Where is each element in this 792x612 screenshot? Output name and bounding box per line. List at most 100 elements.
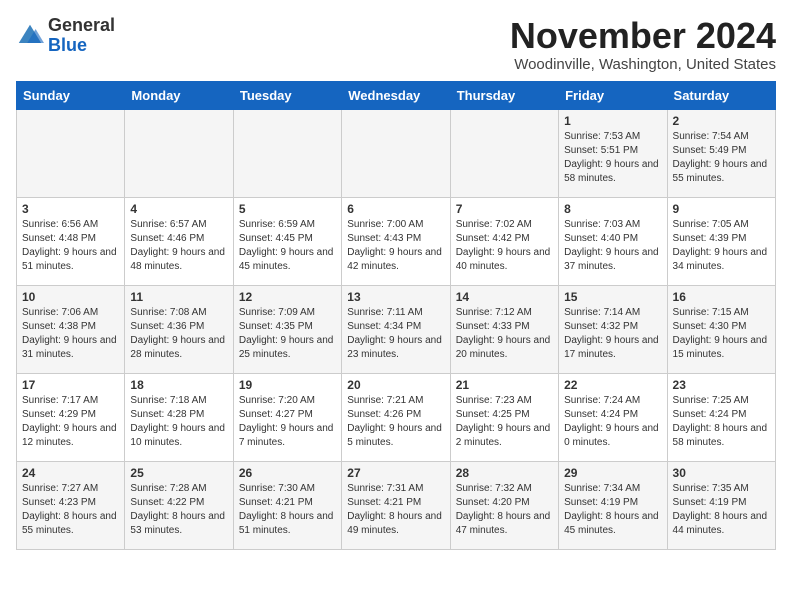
day-info: Sunrise: 7:53 AM Sunset: 5:51 PM Dayligh… bbox=[564, 130, 661, 186]
calendar-cell: 14 Sunrise: 7:12 AM Sunset: 4:33 PM Dayli… bbox=[450, 285, 558, 373]
day-number: 6 bbox=[347, 202, 444, 216]
day-info: Sunrise: 7:18 AM Sunset: 4:28 PM Dayligh… bbox=[130, 394, 227, 450]
day-number: 30 bbox=[673, 466, 770, 480]
day-number: 28 bbox=[456, 466, 553, 480]
day-info: Sunrise: 7:02 AM Sunset: 4:42 PM Dayligh… bbox=[456, 218, 553, 274]
calendar-cell: 26Sunrise: 7:30 AM Sunset: 4:21 PM Dayli… bbox=[233, 461, 341, 549]
calendar-cell: 6 Sunrise: 7:00 AM Sunset: 4:43 PM Daylig… bbox=[342, 197, 450, 285]
calendar-week-1: 1 Sunrise: 7:53 AM Sunset: 5:51 PM Daylig… bbox=[17, 109, 776, 197]
calendar-cell: 22 Sunrise: 7:24 AM Sunset: 4:24 PM Dayli… bbox=[559, 373, 667, 461]
calendar-cell: 15 Sunrise: 7:14 AM Sunset: 4:32 PM Dayli… bbox=[559, 285, 667, 373]
calendar-cell: 24Sunrise: 7:27 AM Sunset: 4:23 PM Dayli… bbox=[17, 461, 125, 549]
day-number: 5 bbox=[239, 202, 336, 216]
calendar-cell: 11 Sunrise: 7:08 AM Sunset: 4:36 PM Dayli… bbox=[125, 285, 233, 373]
day-number: 10 bbox=[22, 290, 119, 304]
day-number: 12 bbox=[239, 290, 336, 304]
month-title: November 2024 bbox=[510, 16, 776, 56]
calendar-cell: 28 Sunrise: 7:32 AM Sunset: 4:20 PM Dayli… bbox=[450, 461, 558, 549]
weekday-header-saturday: Saturday bbox=[667, 81, 775, 109]
calendar-cell: 1 Sunrise: 7:53 AM Sunset: 5:51 PM Daylig… bbox=[559, 109, 667, 197]
day-info: Sunrise: 7:14 AM Sunset: 4:32 PM Dayligh… bbox=[564, 306, 661, 362]
calendar-cell: 25 Sunrise: 7:28 AM Sunset: 4:22 PM Dayli… bbox=[125, 461, 233, 549]
calendar-cell: 8 Sunrise: 7:03 AM Sunset: 4:40 PM Daylig… bbox=[559, 197, 667, 285]
calendar-week-4: 17 Sunrise: 7:17 AM Sunset: 4:29 PM Dayli… bbox=[17, 373, 776, 461]
day-info: Sunrise: 7:20 AM Sunset: 4:27 PM Dayligh… bbox=[239, 394, 336, 450]
day-info: Sunrise: 7:35 AM Sunset: 4:19 PM Dayligh… bbox=[673, 482, 770, 538]
weekday-header-tuesday: Tuesday bbox=[233, 81, 341, 109]
day-number: 25 bbox=[130, 466, 227, 480]
calendar-cell: 16 Sunrise: 7:15 AM Sunset: 4:30 PM Dayli… bbox=[667, 285, 775, 373]
day-info: Sunrise: 7:12 AM Sunset: 4:33 PM Dayligh… bbox=[456, 306, 553, 362]
day-number: 18 bbox=[130, 378, 227, 392]
calendar-cell: 19 Sunrise: 7:20 AM Sunset: 4:27 PM Dayli… bbox=[233, 373, 341, 461]
day-info: Sunrise: 7:34 AM Sunset: 4:19 PM Dayligh… bbox=[564, 482, 661, 538]
location: Woodinville, Washington, United States bbox=[510, 56, 776, 73]
day-info: Sunrise: 7:09 AM Sunset: 4:35 PM Dayligh… bbox=[239, 306, 336, 362]
title-section: November 2024 Woodinville, Washington, U… bbox=[510, 16, 776, 73]
calendar-cell: 12 Sunrise: 7:09 AM Sunset: 4:35 PM Dayli… bbox=[233, 285, 341, 373]
day-info: Sunrise: 7:17 AM Sunset: 4:29 PM Dayligh… bbox=[22, 394, 119, 450]
day-info: Sunrise: 7:28 AM Sunset: 4:22 PM Dayligh… bbox=[130, 482, 227, 538]
day-number: 7 bbox=[456, 202, 553, 216]
calendar-table: SundayMondayTuesdayWednesdayThursdayFrid… bbox=[16, 81, 776, 550]
calendar-cell: 23Sunrise: 7:25 AM Sunset: 4:24 PM Dayli… bbox=[667, 373, 775, 461]
day-info: Sunrise: 7:54 AM Sunset: 5:49 PM Dayligh… bbox=[673, 130, 770, 186]
day-info: Sunrise: 7:32 AM Sunset: 4:20 PM Dayligh… bbox=[456, 482, 553, 538]
calendar-cell bbox=[17, 109, 125, 197]
day-number: 3 bbox=[22, 202, 119, 216]
calendar-cell: 29Sunrise: 7:34 AM Sunset: 4:19 PM Dayli… bbox=[559, 461, 667, 549]
calendar-cell bbox=[125, 109, 233, 197]
day-number: 11 bbox=[130, 290, 227, 304]
calendar-cell: 2 Sunrise: 7:54 AM Sunset: 5:49 PM Daylig… bbox=[667, 109, 775, 197]
day-number: 8 bbox=[564, 202, 661, 216]
calendar-cell: 9 Sunrise: 7:05 AM Sunset: 4:39 PM Daylig… bbox=[667, 197, 775, 285]
day-info: Sunrise: 7:00 AM Sunset: 4:43 PM Dayligh… bbox=[347, 218, 444, 274]
day-number: 21 bbox=[456, 378, 553, 392]
calendar-cell: 7 Sunrise: 7:02 AM Sunset: 4:42 PM Daylig… bbox=[450, 197, 558, 285]
day-number: 4 bbox=[130, 202, 227, 216]
weekday-header-row: SundayMondayTuesdayWednesdayThursdayFrid… bbox=[17, 81, 776, 109]
calendar-cell: 5 Sunrise: 6:59 AM Sunset: 4:45 PM Daylig… bbox=[233, 197, 341, 285]
day-info: Sunrise: 7:05 AM Sunset: 4:39 PM Dayligh… bbox=[673, 218, 770, 274]
weekday-header-friday: Friday bbox=[559, 81, 667, 109]
day-number: 13 bbox=[347, 290, 444, 304]
calendar-week-2: 3 Sunrise: 6:56 AM Sunset: 4:48 PM Daylig… bbox=[17, 197, 776, 285]
day-number: 19 bbox=[239, 378, 336, 392]
day-number: 22 bbox=[564, 378, 661, 392]
day-info: Sunrise: 6:59 AM Sunset: 4:45 PM Dayligh… bbox=[239, 218, 336, 274]
day-number: 20 bbox=[347, 378, 444, 392]
weekday-header-sunday: Sunday bbox=[17, 81, 125, 109]
day-info: Sunrise: 7:23 AM Sunset: 4:25 PM Dayligh… bbox=[456, 394, 553, 450]
calendar-cell: 27 Sunrise: 7:31 AM Sunset: 4:21 PM Dayli… bbox=[342, 461, 450, 549]
calendar-cell: 13Sunrise: 7:11 AM Sunset: 4:34 PM Dayli… bbox=[342, 285, 450, 373]
calendar-cell: 10 Sunrise: 7:06 AM Sunset: 4:38 PM Dayli… bbox=[17, 285, 125, 373]
weekday-header-wednesday: Wednesday bbox=[342, 81, 450, 109]
day-number: 1 bbox=[564, 114, 661, 128]
day-number: 9 bbox=[673, 202, 770, 216]
day-number: 2 bbox=[673, 114, 770, 128]
day-info: Sunrise: 7:24 AM Sunset: 4:24 PM Dayligh… bbox=[564, 394, 661, 450]
calendar-cell: 20Sunrise: 7:21 AM Sunset: 4:26 PM Dayli… bbox=[342, 373, 450, 461]
calendar-cell: 3 Sunrise: 6:56 AM Sunset: 4:48 PM Daylig… bbox=[17, 197, 125, 285]
day-number: 17 bbox=[22, 378, 119, 392]
calendar-cell: 17 Sunrise: 7:17 AM Sunset: 4:29 PM Dayli… bbox=[17, 373, 125, 461]
day-info: Sunrise: 7:27 AM Sunset: 4:23 PM Dayligh… bbox=[22, 482, 119, 538]
day-info: Sunrise: 6:56 AM Sunset: 4:48 PM Dayligh… bbox=[22, 218, 119, 274]
day-info: Sunrise: 7:08 AM Sunset: 4:36 PM Dayligh… bbox=[130, 306, 227, 362]
day-number: 27 bbox=[347, 466, 444, 480]
day-info: Sunrise: 7:15 AM Sunset: 4:30 PM Dayligh… bbox=[673, 306, 770, 362]
weekday-header-monday: Monday bbox=[125, 81, 233, 109]
day-info: Sunrise: 6:57 AM Sunset: 4:46 PM Dayligh… bbox=[130, 218, 227, 274]
logo-general: General bbox=[48, 16, 115, 36]
day-number: 26 bbox=[239, 466, 336, 480]
day-info: Sunrise: 7:31 AM Sunset: 4:21 PM Dayligh… bbox=[347, 482, 444, 538]
day-number: 15 bbox=[564, 290, 661, 304]
day-info: Sunrise: 7:03 AM Sunset: 4:40 PM Dayligh… bbox=[564, 218, 661, 274]
weekday-header-thursday: Thursday bbox=[450, 81, 558, 109]
day-number: 16 bbox=[673, 290, 770, 304]
logo: General Blue bbox=[16, 16, 115, 56]
day-info: Sunrise: 7:06 AM Sunset: 4:38 PM Dayligh… bbox=[22, 306, 119, 362]
calendar-week-3: 10 Sunrise: 7:06 AM Sunset: 4:38 PM Dayli… bbox=[17, 285, 776, 373]
logo-blue: Blue bbox=[48, 36, 115, 56]
day-number: 14 bbox=[456, 290, 553, 304]
